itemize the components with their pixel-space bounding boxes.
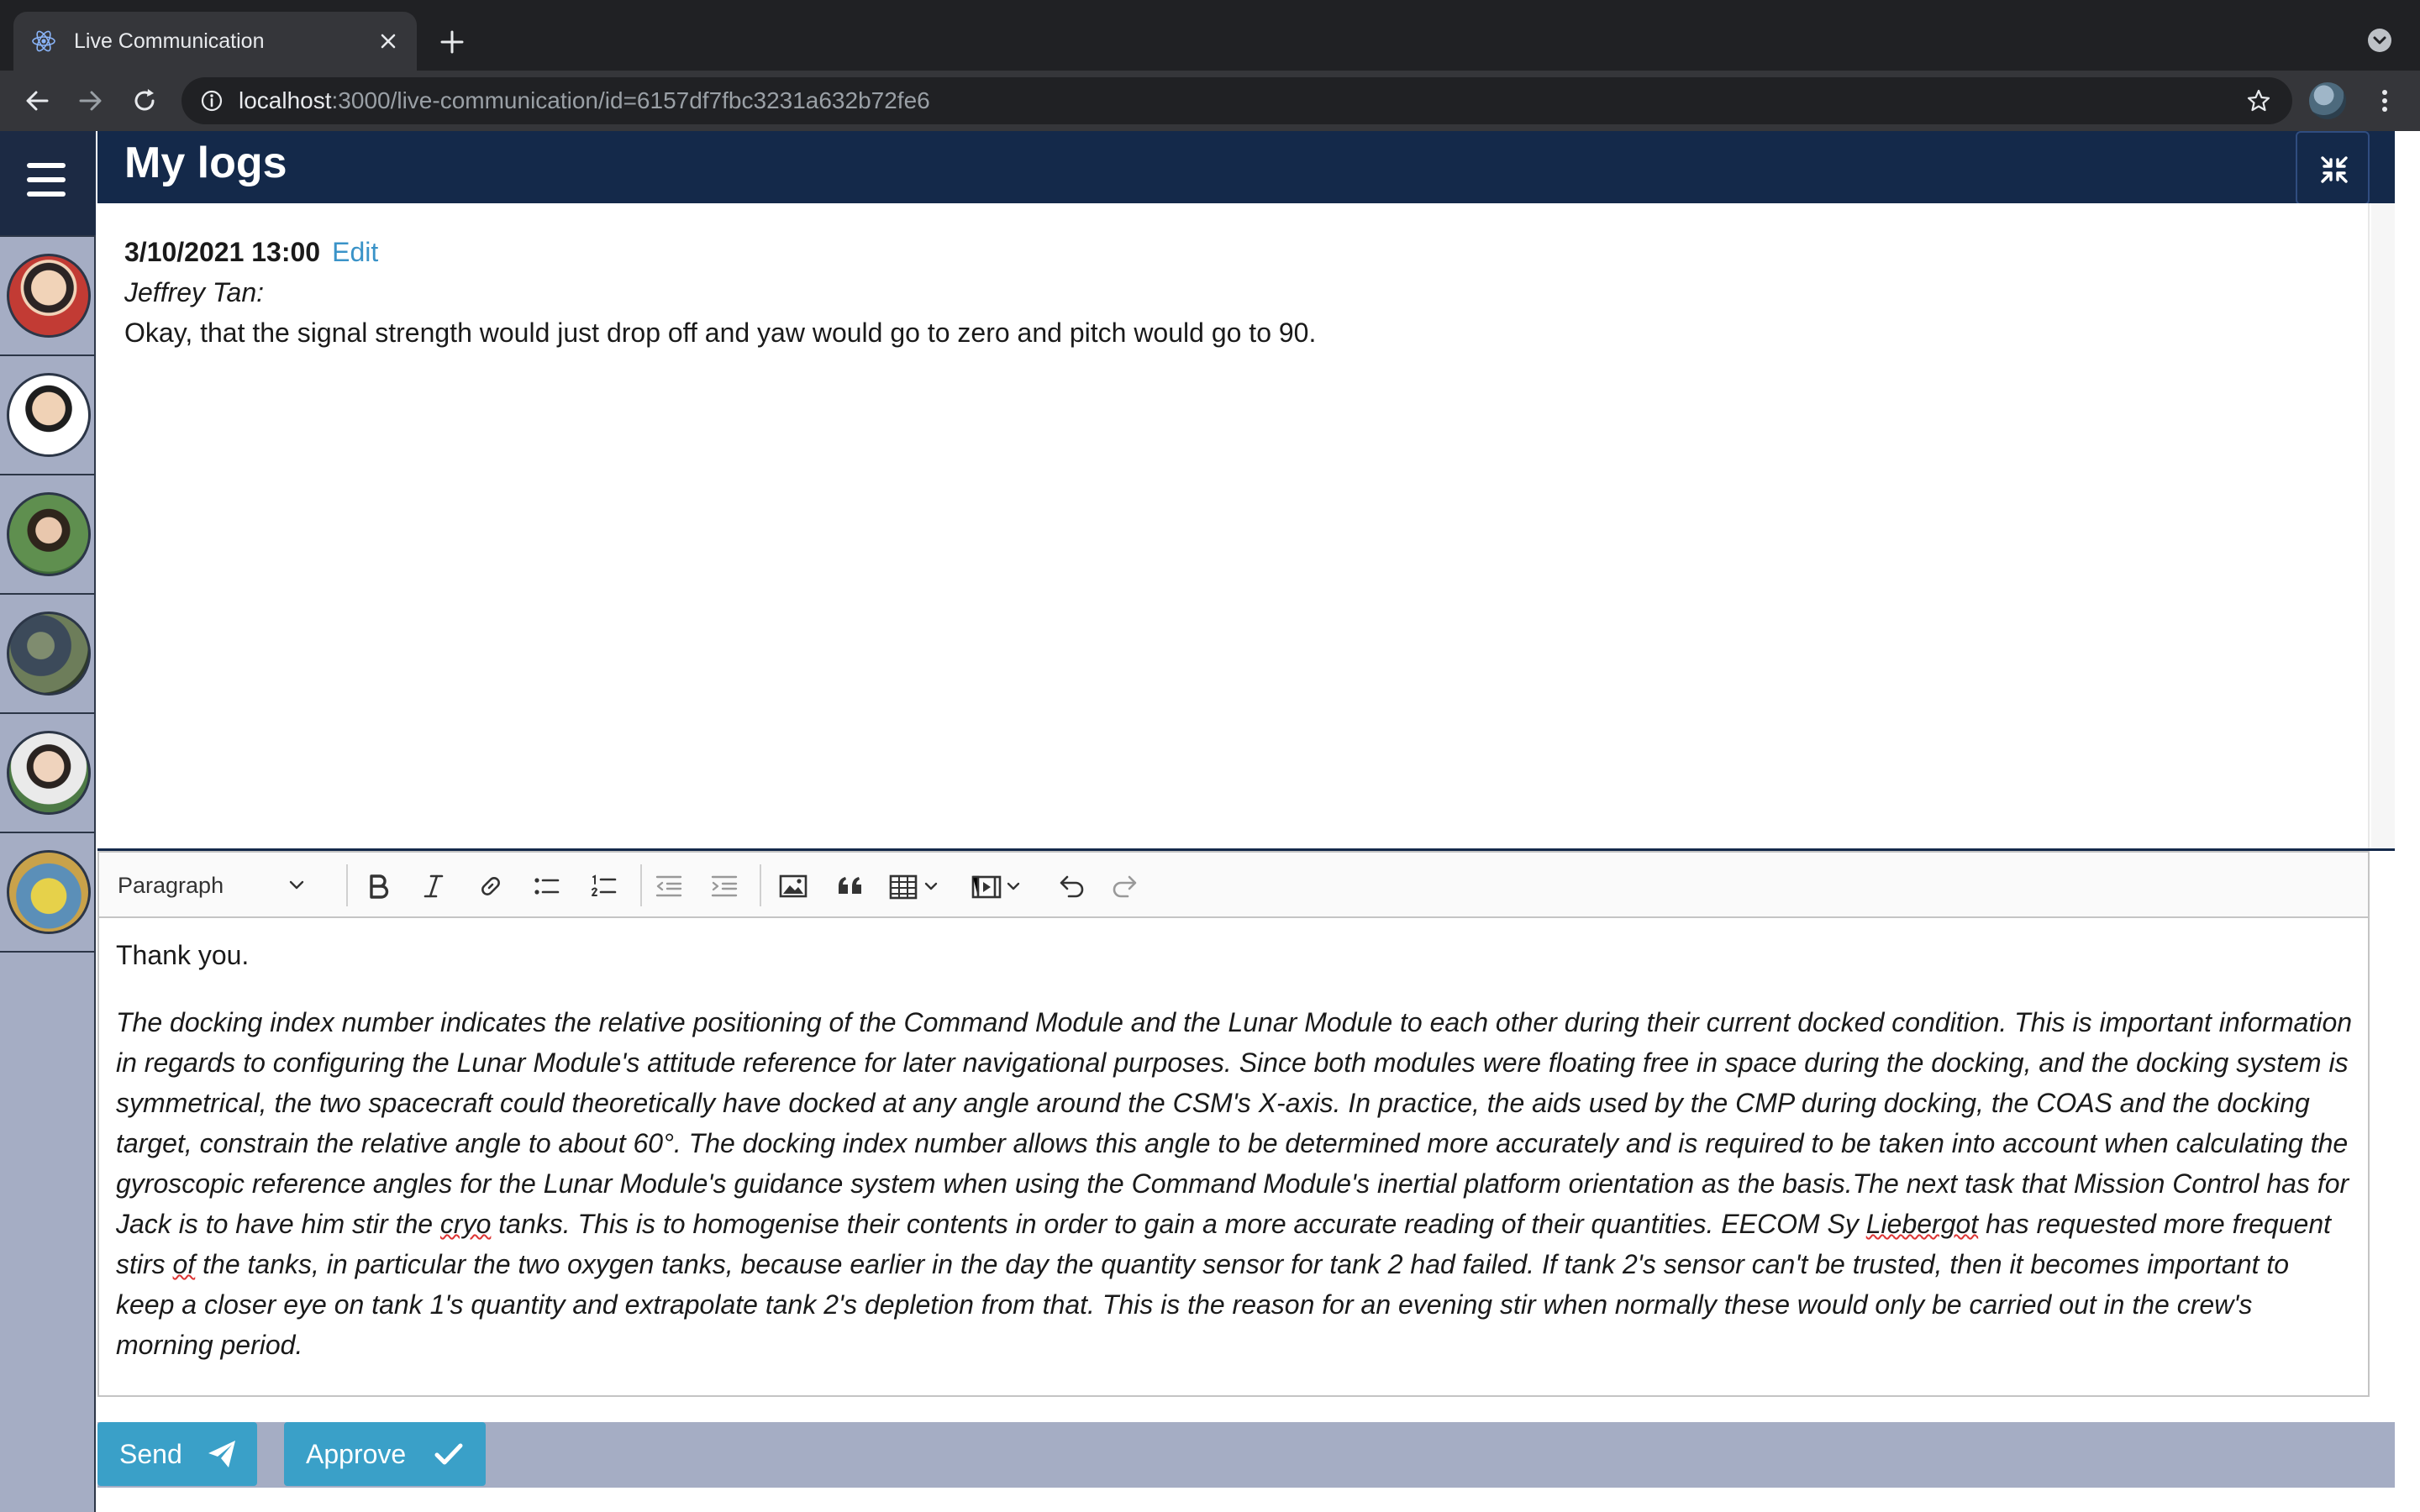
avatar (7, 731, 91, 815)
insert-image-button[interactable] (776, 869, 810, 903)
address-bar[interactable]: localhost:3000/live-communication/id=615… (182, 77, 2292, 124)
misspelled-word: Liebergot (1865, 1209, 1979, 1239)
link-icon (481, 877, 500, 895)
close-icon[interactable] (375, 28, 402, 55)
log-author: Jeffrey Tan: (124, 277, 265, 307)
url-text: localhost:3000/live-communication/id=615… (239, 88, 930, 113)
redo-button[interactable] (1109, 869, 1143, 903)
tab-title: Live Communication (74, 29, 265, 53)
quote-icon (839, 877, 861, 894)
reload-icon[interactable] (129, 86, 160, 116)
contacts-sidebar (0, 131, 96, 1512)
avatar (7, 373, 91, 457)
numbered-list-button[interactable] (587, 869, 620, 903)
italic-button[interactable] (417, 869, 450, 903)
send-button[interactable]: Send (97, 1422, 257, 1486)
contact-item[interactable] (0, 237, 96, 356)
undo-button[interactable] (1054, 869, 1087, 903)
react-icon (32, 30, 55, 52)
page-title: My logs (124, 139, 287, 187)
contact-item[interactable] (0, 475, 96, 595)
log-message: Okay, that the signal strength would jus… (124, 318, 1317, 348)
toolbar-separator (760, 864, 761, 906)
editor-paragraph-italic: The docking index number indicates the r… (116, 1002, 2354, 1365)
toolbar-separator (346, 864, 348, 906)
collapse-button[interactable] (2296, 131, 2370, 205)
editor-content[interactable]: Thank you. The docking index number indi… (116, 935, 2354, 1365)
browser-toolbar: localhost:3000/live-communication/id=615… (0, 71, 2420, 131)
contact-item[interactable] (0, 595, 96, 714)
rich-text-editor: Paragraph Thank you. The docking index n… (97, 851, 2370, 1397)
editor-toolbar: Paragraph (99, 853, 2368, 918)
bulleted-list-icon (534, 878, 560, 895)
chevron-down-icon (289, 880, 304, 890)
log-datetime: 3/10/2021 13:00 (124, 237, 321, 267)
image-icon (779, 874, 808, 898)
contact-item[interactable] (0, 714, 96, 833)
misspelled-word: of (172, 1249, 196, 1279)
url-host: localhost (239, 87, 332, 113)
approve-button-label: Approve (306, 1439, 407, 1469)
insert-table-button[interactable] (887, 869, 948, 903)
italic-icon (424, 874, 444, 898)
editor-text: The docking index number indicates the r… (116, 1007, 2353, 1239)
log-list: 3/10/2021 13:00 Edit Jeffrey Tan: Okay, t… (97, 203, 2370, 848)
bold-icon (370, 874, 389, 899)
bulleted-list-button[interactable] (529, 869, 563, 903)
star-icon[interactable] (2245, 87, 2272, 114)
avatar (7, 254, 91, 338)
avatar (7, 612, 91, 696)
paper-plane-icon (208, 1441, 235, 1467)
edit-link[interactable]: Edit (332, 237, 378, 267)
misspelled-word: cryo (439, 1209, 492, 1239)
insert-media-button[interactable] (970, 869, 1030, 903)
check-icon (434, 1443, 463, 1465)
outdent-button[interactable] (652, 869, 686, 903)
editor-text: tanks. This is to homogenise their conte… (491, 1209, 1866, 1239)
tab-search-icon[interactable] (2366, 27, 2393, 54)
collapse-icon (2321, 156, 2348, 183)
contact-item[interactable] (0, 833, 96, 953)
back-arrow-icon[interactable] (22, 86, 52, 116)
contact-item[interactable] (0, 356, 96, 475)
blockquote-button[interactable] (834, 869, 867, 903)
heading-dropdown[interactable]: Paragraph (111, 868, 319, 903)
outdent-icon (655, 875, 682, 897)
action-bar: Send Approve (97, 1422, 2395, 1488)
browser-tab[interactable]: Live Communication (13, 12, 417, 71)
send-button-label: Send (119, 1439, 182, 1469)
url-path: :3000/live-communication/id=6157df7fbc32… (331, 87, 930, 113)
bold-button[interactable] (361, 869, 395, 903)
scrollbar[interactable] (2371, 203, 2395, 848)
numbered-list-icon (592, 874, 617, 896)
page-header: My logs (97, 131, 2395, 205)
forward-arrow-icon[interactable] (76, 86, 106, 116)
browser-tab-strip: Live Communication (0, 0, 2420, 71)
redo-icon (1113, 875, 1137, 898)
undo-icon (1060, 875, 1084, 898)
editor-text: the tanks, in particular the two oxygen … (116, 1249, 2290, 1360)
media-icon (971, 875, 1020, 899)
editor-paragraph: Thank you. (116, 940, 250, 970)
profile-avatar[interactable] (2309, 82, 2346, 119)
menu-button[interactable] (0, 131, 96, 237)
toolbar-separator (640, 864, 642, 906)
avatar (7, 492, 91, 576)
plus-icon[interactable] (437, 27, 467, 57)
kebab-icon[interactable] (2370, 86, 2400, 116)
avatar (7, 850, 91, 934)
page-bottom (97, 1488, 2395, 1512)
heading-dropdown-label: Paragraph (118, 873, 224, 898)
table-icon (889, 874, 938, 900)
hamburger-icon (27, 163, 66, 197)
approve-button[interactable]: Approve (284, 1422, 486, 1486)
link-button[interactable] (474, 869, 508, 903)
log-entry-meta: 3/10/2021 13:00 Edit (124, 235, 378, 269)
info-icon[interactable] (200, 89, 224, 113)
indent-button[interactable] (708, 869, 741, 903)
indent-icon (711, 875, 738, 897)
